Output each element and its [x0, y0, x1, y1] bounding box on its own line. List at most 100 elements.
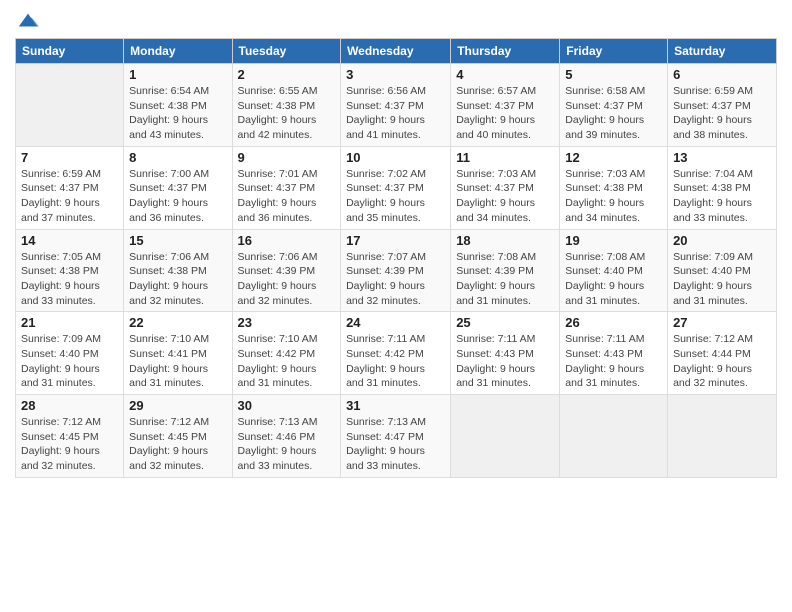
page-container: SundayMondayTuesdayWednesdayThursdayFrid… [0, 0, 792, 488]
day-of-week-header: Wednesday [341, 39, 451, 64]
day-number: 1 [129, 67, 226, 82]
calendar-cell: 25Sunrise: 7:11 AMSunset: 4:43 PMDayligh… [451, 312, 560, 395]
calendar-cell: 18Sunrise: 7:08 AMSunset: 4:39 PMDayligh… [451, 229, 560, 312]
calendar-cell: 7 Sunrise: 6:59 AMSunset: 4:37 PMDaylight… [16, 146, 124, 229]
day-info: Sunrise: 6:56 AMSunset: 4:37 PMDaylight:… [346, 84, 445, 143]
calendar-cell: 12Sunrise: 7:03 AMSunset: 4:38 PMDayligh… [560, 146, 668, 229]
day-info: Sunrise: 7:06 AMSunset: 4:39 PMDaylight:… [238, 250, 336, 309]
calendar-cell [560, 395, 668, 478]
day-info: Sunrise: 6:59 AMSunset: 4:37 PMDaylight:… [21, 167, 118, 226]
calendar-cell: 5 Sunrise: 6:58 AMSunset: 4:37 PMDaylight… [560, 64, 668, 147]
calendar-cell: 9 Sunrise: 7:01 AMSunset: 4:37 PMDaylight… [232, 146, 341, 229]
calendar-cell: 2 Sunrise: 6:55 AMSunset: 4:38 PMDaylight… [232, 64, 341, 147]
day-number: 19 [565, 233, 662, 248]
calendar-cell: 19 Sunrise: 7:08 AMSunset: 4:40 PMDayligh… [560, 229, 668, 312]
calendar-cell: 29 Sunrise: 7:12 AMSunset: 4:45 PMDayligh… [124, 395, 232, 478]
calendar-cell: 15 Sunrise: 7:06 AMSunset: 4:38 PMDayligh… [124, 229, 232, 312]
day-info: Sunrise: 7:12 AMSunset: 4:45 PMDaylight:… [129, 415, 226, 474]
day-info: Sunrise: 7:11 AMSunset: 4:42 PMDaylight:… [346, 332, 445, 391]
calendar-cell: 30 Sunrise: 7:13 AMSunset: 4:46 PMDayligh… [232, 395, 341, 478]
day-info: Sunrise: 7:00 AMSunset: 4:37 PMDaylight:… [129, 167, 226, 226]
day-number: 23 [238, 315, 336, 330]
day-number: 11 [456, 150, 554, 165]
day-number: 7 [21, 150, 118, 165]
calendar-cell: 26 Sunrise: 7:11 AMSunset: 4:43 PMDayligh… [560, 312, 668, 395]
day-info: Sunrise: 6:54 AMSunset: 4:38 PMDaylight:… [129, 84, 226, 143]
calendar-week-row: 21 Sunrise: 7:09 AMSunset: 4:40 PMDayligh… [16, 312, 777, 395]
calendar-cell: 11Sunrise: 7:03 AMSunset: 4:37 PMDayligh… [451, 146, 560, 229]
day-number: 24 [346, 315, 445, 330]
day-number: 8 [129, 150, 226, 165]
calendar-cell: 24 Sunrise: 7:11 AMSunset: 4:42 PMDayligh… [341, 312, 451, 395]
day-info: Sunrise: 7:04 AMSunset: 4:38 PMDaylight:… [673, 167, 771, 226]
calendar-cell: 22 Sunrise: 7:10 AMSunset: 4:41 PMDayligh… [124, 312, 232, 395]
header [15, 10, 777, 32]
day-number: 28 [21, 398, 118, 413]
day-info: Sunrise: 7:09 AMSunset: 4:40 PMDaylight:… [21, 332, 118, 391]
calendar-cell: 21 Sunrise: 7:09 AMSunset: 4:40 PMDayligh… [16, 312, 124, 395]
day-number: 30 [238, 398, 336, 413]
calendar-cell: 4Sunrise: 6:57 AMSunset: 4:37 PMDaylight… [451, 64, 560, 147]
day-info: Sunrise: 7:10 AMSunset: 4:42 PMDaylight:… [238, 332, 336, 391]
calendar-cell: 20 Sunrise: 7:09 AMSunset: 4:40 PMDayligh… [668, 229, 777, 312]
day-info: Sunrise: 7:08 AMSunset: 4:40 PMDaylight:… [565, 250, 662, 309]
day-of-week-header: Sunday [16, 39, 124, 64]
day-number: 17 [346, 233, 445, 248]
day-info: Sunrise: 6:58 AMSunset: 4:37 PMDaylight:… [565, 84, 662, 143]
calendar-cell: 10 Sunrise: 7:02 AMSunset: 4:37 PMDayligh… [341, 146, 451, 229]
day-info: Sunrise: 7:13 AMSunset: 4:47 PMDaylight:… [346, 415, 445, 474]
day-of-week-header: Thursday [451, 39, 560, 64]
calendar-cell [16, 64, 124, 147]
calendar-cell: 3Sunrise: 6:56 AMSunset: 4:37 PMDaylight… [341, 64, 451, 147]
day-number: 21 [21, 315, 118, 330]
day-number: 31 [346, 398, 445, 413]
day-number: 16 [238, 233, 336, 248]
calendar-table: SundayMondayTuesdayWednesdayThursdayFrid… [15, 38, 777, 478]
calendar-week-row: 1 Sunrise: 6:54 AMSunset: 4:38 PMDaylight… [16, 64, 777, 147]
day-info: Sunrise: 6:55 AMSunset: 4:38 PMDaylight:… [238, 84, 336, 143]
calendar-cell: 16 Sunrise: 7:06 AMSunset: 4:39 PMDayligh… [232, 229, 341, 312]
calendar-cell: 27 Sunrise: 7:12 AMSunset: 4:44 PMDayligh… [668, 312, 777, 395]
calendar-cell: 31 Sunrise: 7:13 AMSunset: 4:47 PMDayligh… [341, 395, 451, 478]
day-number: 5 [565, 67, 662, 82]
day-number: 26 [565, 315, 662, 330]
calendar-cell [668, 395, 777, 478]
day-info: Sunrise: 7:02 AMSunset: 4:37 PMDaylight:… [346, 167, 445, 226]
calendar-week-row: 28 Sunrise: 7:12 AMSunset: 4:45 PMDayligh… [16, 395, 777, 478]
day-info: Sunrise: 7:08 AMSunset: 4:39 PMDaylight:… [456, 250, 554, 309]
day-number: 25 [456, 315, 554, 330]
day-info: Sunrise: 7:11 AMSunset: 4:43 PMDaylight:… [565, 332, 662, 391]
day-number: 9 [238, 150, 336, 165]
day-of-week-header: Saturday [668, 39, 777, 64]
day-info: Sunrise: 7:01 AMSunset: 4:37 PMDaylight:… [238, 167, 336, 226]
day-number: 13 [673, 150, 771, 165]
day-info: Sunrise: 7:13 AMSunset: 4:46 PMDaylight:… [238, 415, 336, 474]
calendar-cell: 8 Sunrise: 7:00 AMSunset: 4:37 PMDaylight… [124, 146, 232, 229]
calendar-cell: 17 Sunrise: 7:07 AMSunset: 4:39 PMDayligh… [341, 229, 451, 312]
day-number: 2 [238, 67, 336, 82]
day-info: Sunrise: 7:09 AMSunset: 4:40 PMDaylight:… [673, 250, 771, 309]
day-number: 29 [129, 398, 226, 413]
logo [15, 10, 39, 32]
day-number: 15 [129, 233, 226, 248]
day-info: Sunrise: 7:12 AMSunset: 4:44 PMDaylight:… [673, 332, 771, 391]
day-of-week-header: Friday [560, 39, 668, 64]
day-of-week-header: Tuesday [232, 39, 341, 64]
day-number: 27 [673, 315, 771, 330]
day-info: Sunrise: 7:06 AMSunset: 4:38 PMDaylight:… [129, 250, 226, 309]
calendar-header-row: SundayMondayTuesdayWednesdayThursdayFrid… [16, 39, 777, 64]
calendar-cell [451, 395, 560, 478]
day-number: 10 [346, 150, 445, 165]
day-number: 4 [456, 67, 554, 82]
day-of-week-header: Monday [124, 39, 232, 64]
day-number: 12 [565, 150, 662, 165]
calendar-week-row: 14Sunrise: 7:05 AMSunset: 4:38 PMDayligh… [16, 229, 777, 312]
day-number: 20 [673, 233, 771, 248]
calendar-cell: 23 Sunrise: 7:10 AMSunset: 4:42 PMDayligh… [232, 312, 341, 395]
day-info: Sunrise: 7:10 AMSunset: 4:41 PMDaylight:… [129, 332, 226, 391]
logo-icon [17, 10, 39, 32]
day-number: 22 [129, 315, 226, 330]
day-number: 6 [673, 67, 771, 82]
day-info: Sunrise: 7:07 AMSunset: 4:39 PMDaylight:… [346, 250, 445, 309]
calendar-cell: 6Sunrise: 6:59 AMSunset: 4:37 PMDaylight… [668, 64, 777, 147]
